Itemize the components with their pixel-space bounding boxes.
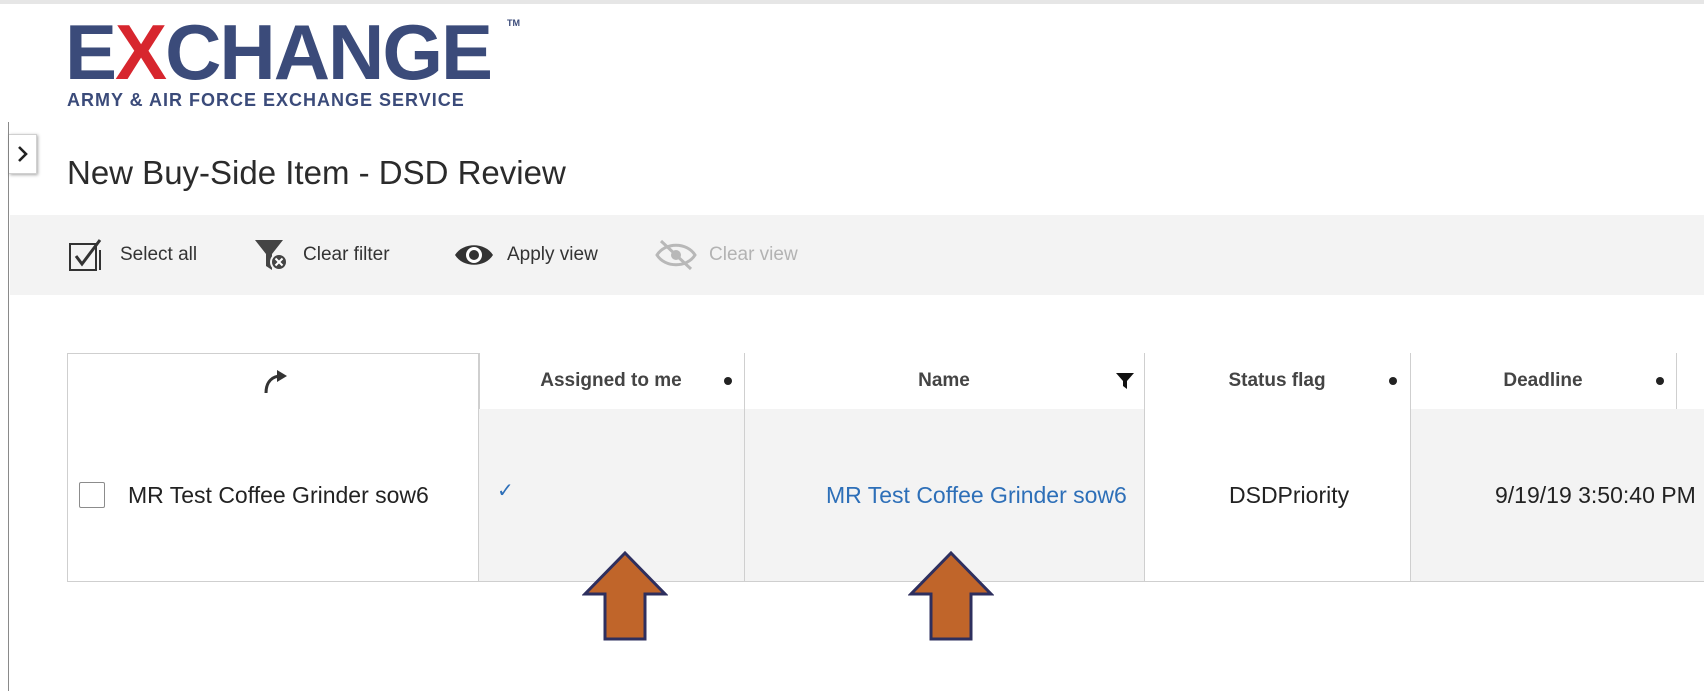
column-header-label: Status flag [1228,370,1326,391]
column-menu-dot-icon [724,377,732,385]
column-menu-dot-icon [1656,377,1664,385]
clear-view-button[interactable]: Clear view [655,235,798,275]
column-divider [1144,353,1145,582]
top-rule [0,0,1704,4]
deadline-value: 9/19/19 3:50:40 PM [1495,481,1696,508]
exchange-logo: EXCHANGE TM ARMY & AIR FORCE EXCHANGE SE… [65,8,520,110]
select-all-icon [69,239,102,271]
deadline-cell: 9/19/19 3:50:40 PM [1410,409,1704,581]
column-menu-dot-icon [1389,377,1397,385]
filter-icon [1116,373,1134,389]
table-row[interactable]: MR Test Coffee Grinder sow6 ✓ MR Test Co… [67,409,1704,582]
clear-filter-button[interactable]: Clear filter [253,235,390,275]
item-name-link[interactable]: MR Test Coffee Grinder sow6 [826,482,1127,509]
row-checkbox[interactable] [79,482,105,508]
assigned-check-icon: ✓ [497,479,514,502]
status-flag-cell: DSDPriority [1144,409,1410,581]
row-title: MR Test Coffee Grinder sow6 [128,481,429,508]
nav-expand-button[interactable] [9,134,37,174]
annotation-arrow-up-icon [908,550,994,641]
sort-header[interactable] [67,353,480,410]
column-header-deadline[interactable]: Deadline [1410,353,1676,409]
apply-view-button[interactable]: Apply view [453,235,598,275]
column-header-label: Assigned to me [540,370,682,391]
apply-view-label: Apply view [507,244,598,265]
select-all-button[interactable]: Select all [68,235,197,275]
clear-filter-label: Clear filter [303,244,390,265]
select-all-label: Select all [120,244,198,265]
left-rule [8,122,9,691]
redo-arrow-icon [264,370,287,394]
annotation-arrow-up-icon [582,550,668,641]
column-divider [1410,353,1411,582]
row-title-cell: MR Test Coffee Grinder sow6 [67,409,479,581]
status-flag-value: DSDPriority [1229,481,1350,508]
logo-trademark: TM [507,18,520,28]
logo-subtitle: ARMY & AIR FORCE EXCHANGE SERVICE [67,90,465,110]
items-grid: Assigned to me Name Status flag Deadline… [67,353,1704,582]
column-header-assigned-to-me[interactable]: Assigned to me [478,353,744,409]
eye-icon [455,245,493,265]
column-header-label: Deadline [1503,370,1583,391]
logo-wordmark: EXCHANGE [65,8,493,96]
column-header-name[interactable]: Name [744,353,1144,409]
page-title: New Buy-Side Item - DSD Review [67,154,566,191]
command-bar: Select all Clear filter Apply view Clear… [10,215,1704,295]
column-header-label: Name [918,370,970,391]
clear-filter-icon [255,240,288,271]
column-header-status-flag[interactable]: Status flag [1144,353,1410,409]
clear-view-label: Clear view [709,244,798,265]
column-divider [744,353,745,582]
column-divider [1676,353,1677,409]
column-divider [478,353,479,582]
chevron-right-icon [17,146,28,162]
eye-off-icon [655,239,697,271]
